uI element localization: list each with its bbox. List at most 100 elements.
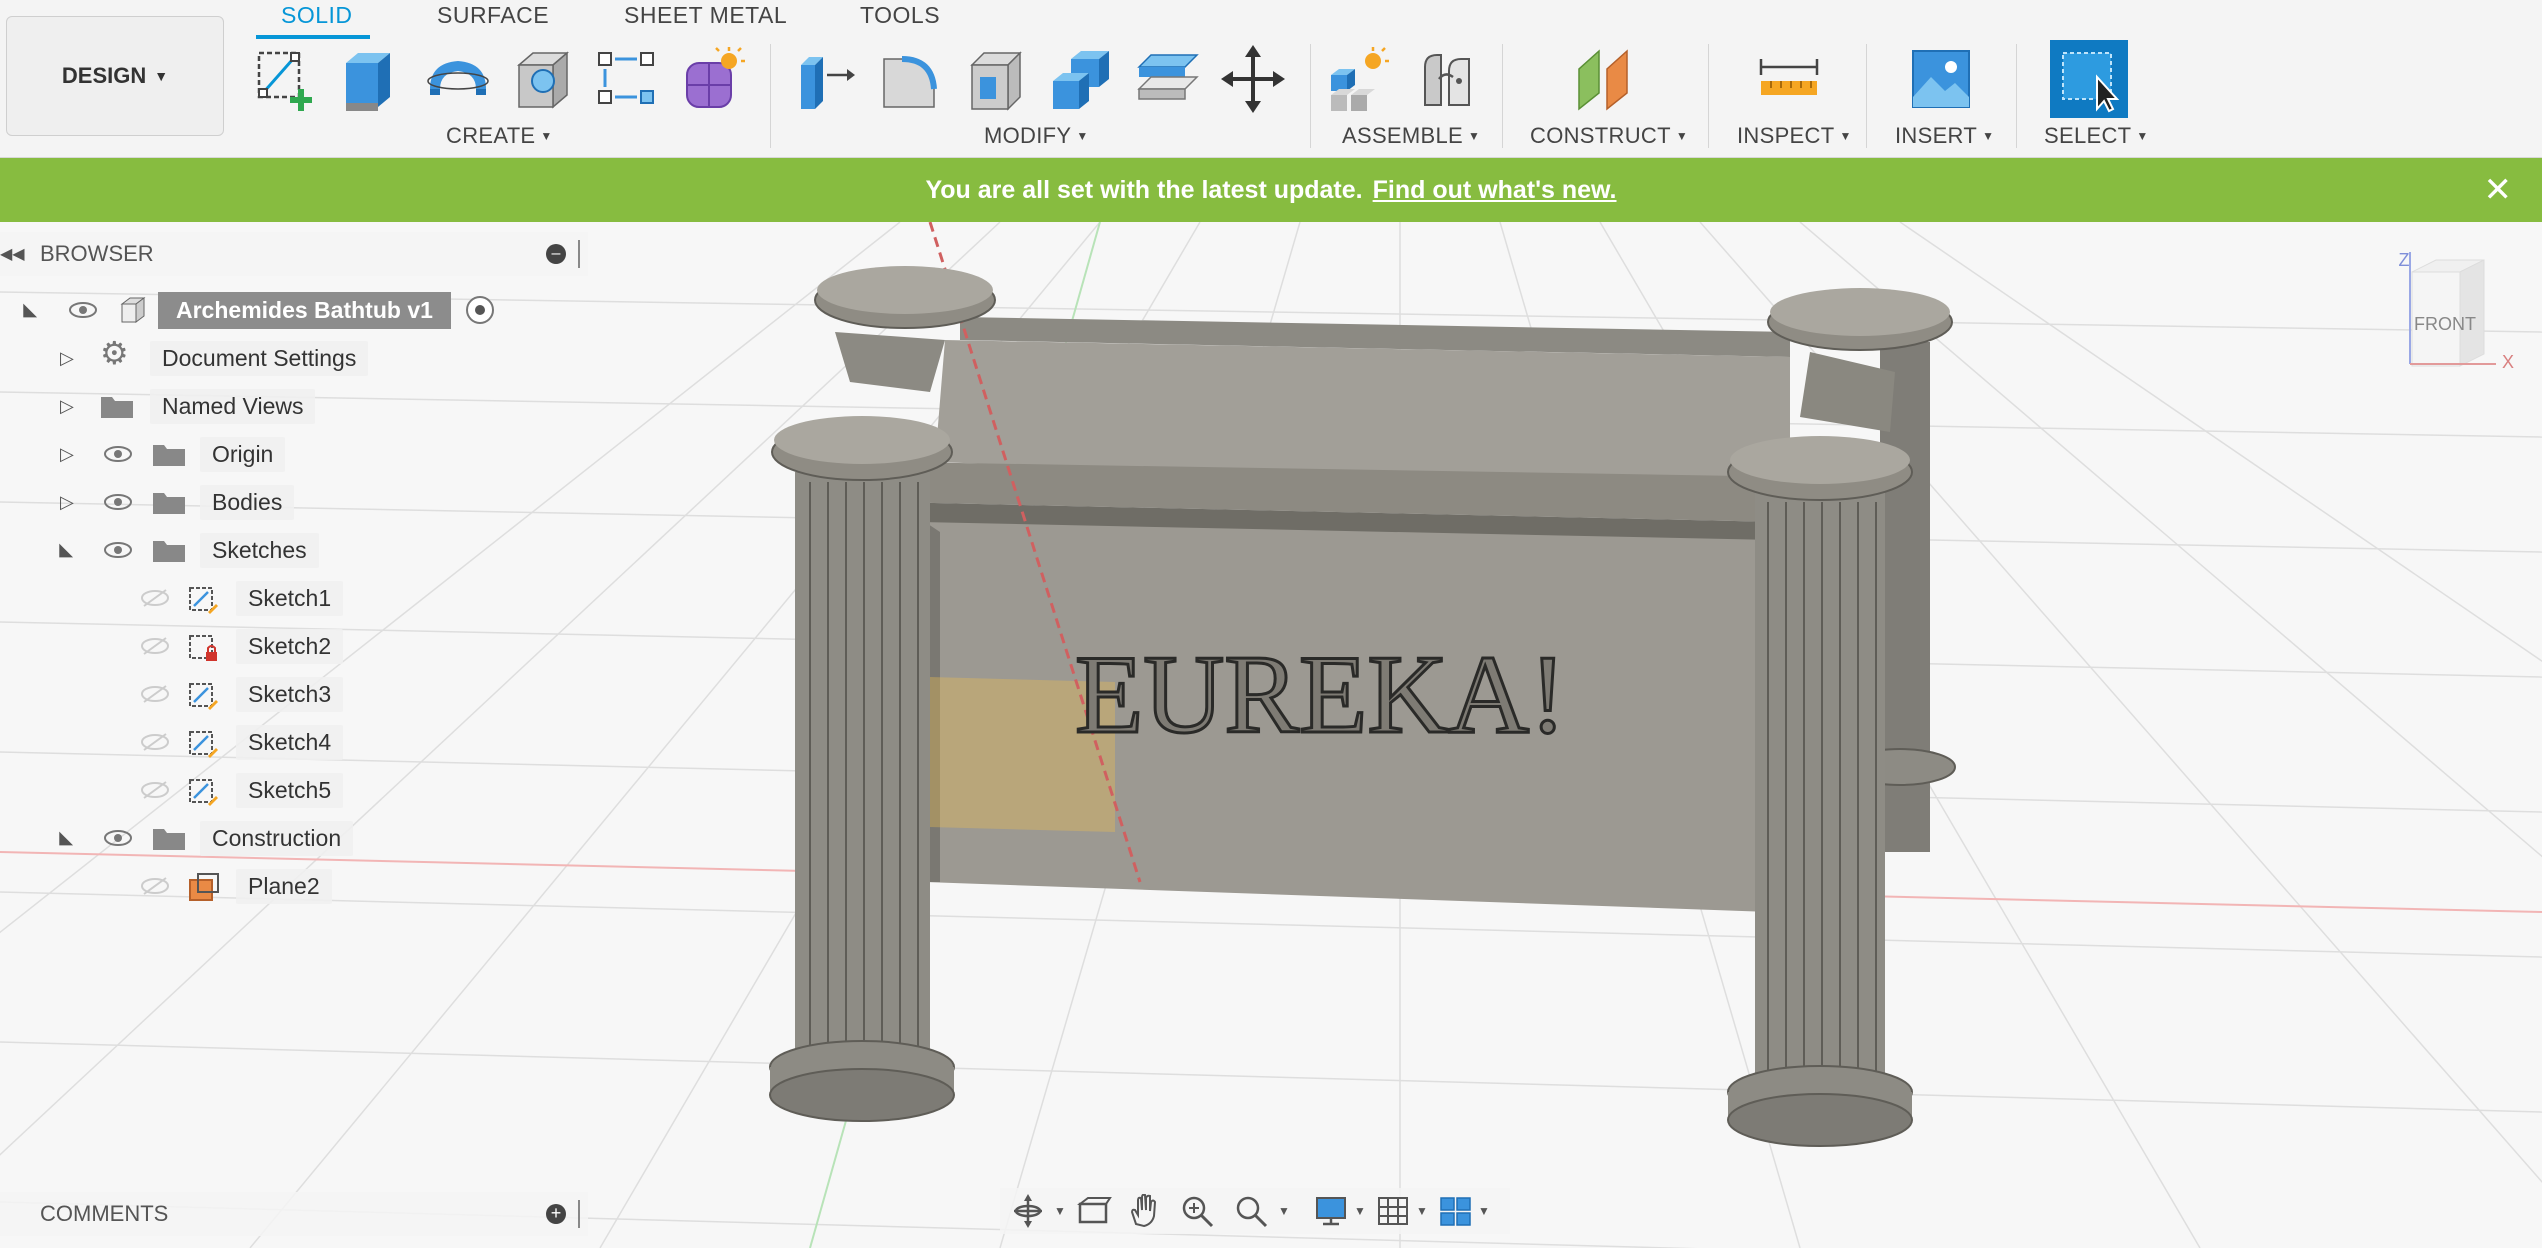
revolve-button[interactable]	[425, 42, 491, 116]
expanded-triangle-icon[interactable]: ◢	[56, 543, 77, 557]
browser-item-named-views[interactable]: ▷ Named Views	[0, 386, 400, 426]
pattern-button[interactable]	[594, 42, 660, 116]
viewports-icon[interactable]	[1438, 1194, 1474, 1228]
collapsed-triangle-icon[interactable]: ▷	[60, 396, 74, 417]
fit-zoom-icon[interactable]	[1234, 1194, 1270, 1228]
axis-x-label: X	[2502, 352, 2514, 372]
fillet-button[interactable]	[877, 42, 943, 116]
move-copy-button[interactable]	[1220, 42, 1286, 116]
insert-label: INSERT	[1895, 123, 1978, 148]
collapsed-triangle-icon[interactable]: ▷	[60, 444, 74, 465]
select-button[interactable]	[2050, 40, 2128, 118]
sketch-icon	[189, 683, 218, 710]
orbit-icon[interactable]	[1010, 1194, 1046, 1228]
create-menu[interactable]: CREATE ▼	[446, 123, 553, 149]
tab-tools[interactable]: TOOLS	[860, 2, 940, 29]
collapsed-triangle-icon[interactable]: ▷	[60, 348, 74, 369]
shell-button[interactable]	[963, 42, 1029, 116]
activate-radio-icon[interactable]	[466, 296, 494, 324]
eye-hidden-icon[interactable]	[140, 732, 170, 752]
tab-sheet-metal[interactable]: SHEET METAL	[624, 2, 787, 29]
chevron-down-icon: ▼	[1982, 129, 1995, 143]
grid-settings-icon[interactable]	[1376, 1194, 1412, 1228]
eye-icon[interactable]	[68, 300, 98, 320]
comments-panel-header[interactable]: COMMENTS +	[0, 1192, 588, 1236]
new-component-button[interactable]	[1326, 42, 1392, 116]
collapse-panel-icon[interactable]: ◀◀	[0, 244, 25, 264]
extrude-button[interactable]	[337, 42, 403, 116]
press-pull-button[interactable]	[790, 42, 856, 116]
hole-button[interactable]	[510, 42, 576, 116]
chevron-down-icon[interactable]: ▼	[1354, 1204, 1366, 1218]
browser-item-sketch5[interactable]: Sketch5	[0, 770, 400, 810]
whats-new-link[interactable]: Find out what's new.	[1373, 176, 1617, 205]
comments-title: COMMENTS	[40, 1201, 169, 1226]
create-form-button[interactable]	[680, 42, 746, 116]
panel-resize-handle[interactable]	[578, 240, 580, 268]
tab-solid[interactable]: SOLID	[281, 2, 353, 29]
folder-icon	[153, 829, 185, 850]
chevron-down-icon[interactable]: ▼	[1478, 1204, 1490, 1218]
display-settings-icon[interactable]	[1314, 1194, 1350, 1228]
measure-button[interactable]	[1756, 42, 1822, 116]
browser-item-sketch4[interactable]: Sketch4	[0, 722, 400, 762]
browser-item-sketch2[interactable]: Sketch2	[0, 626, 400, 666]
construct-menu[interactable]: CONSTRUCT ▼	[1530, 123, 1688, 149]
browser-item-label: Bodies	[200, 484, 295, 520]
look-at-icon[interactable]	[1076, 1194, 1112, 1228]
offset-plane-button[interactable]	[1572, 42, 1638, 116]
viewcube[interactable]: FRONT Z X	[2399, 250, 2515, 372]
insert-image-button[interactable]	[1908, 42, 1974, 116]
browser-root[interactable]: ◢ Archemides Bathtub v1	[0, 290, 520, 330]
chevron-down-icon[interactable]: ▼	[1278, 1204, 1290, 1218]
create-sketch-icon	[257, 51, 312, 111]
expanded-triangle-icon[interactable]: ◢	[20, 303, 41, 317]
collapsed-triangle-icon[interactable]: ▷	[60, 492, 74, 513]
eye-hidden-icon[interactable]	[140, 780, 170, 800]
browser-item-label: Sketch1	[236, 580, 344, 616]
inspect-menu[interactable]: INSPECT ▼	[1737, 123, 1852, 149]
offset-plane-modify-button[interactable]	[1134, 42, 1200, 116]
browser-item-plane2[interactable]: Plane2	[0, 866, 400, 906]
hole-icon	[516, 51, 570, 109]
browser-item-construction[interactable]: ◢ Construction	[0, 818, 400, 858]
tab-surface[interactable]: SURFACE	[437, 2, 549, 29]
minimize-icon[interactable]: –	[546, 244, 566, 264]
create-sketch-button[interactable]	[252, 42, 318, 116]
zoom-icon[interactable]	[1180, 1194, 1216, 1228]
insert-menu[interactable]: INSERT ▼	[1895, 123, 1994, 149]
expanded-triangle-icon[interactable]: ◢	[56, 831, 77, 845]
measure-icon	[1759, 59, 1819, 95]
eye-hidden-icon[interactable]	[140, 636, 170, 656]
modify-label: MODIFY	[984, 123, 1072, 148]
browser-item-origin[interactable]: ▷ Origin	[0, 434, 400, 474]
browser-item-sketch3[interactable]: Sketch3	[0, 674, 400, 714]
close-icon[interactable]: ✕	[2484, 170, 2513, 210]
combine-button[interactable]	[1048, 42, 1114, 116]
chevron-down-icon[interactable]: ▼	[1416, 1204, 1428, 1218]
select-menu[interactable]: SELECT ▼	[2044, 123, 2149, 149]
workspace-switcher[interactable]: DESIGN ▼	[6, 16, 224, 136]
eye-hidden-icon[interactable]	[140, 684, 170, 704]
eye-hidden-icon[interactable]	[140, 588, 170, 608]
chevron-down-icon[interactable]: ▼	[1054, 1204, 1066, 1218]
add-comment-icon[interactable]: +	[546, 1204, 566, 1224]
joint-button[interactable]	[1414, 42, 1480, 116]
eye-hidden-icon[interactable]	[140, 876, 170, 896]
eye-icon[interactable]	[103, 492, 133, 512]
browser-item-document-settings[interactable]: ▷ ⚙ Document Settings	[0, 335, 400, 378]
browser-item-sketch1[interactable]: Sketch1	[0, 578, 400, 618]
eye-icon[interactable]	[103, 828, 133, 848]
browser-item-label: Named Views	[150, 388, 316, 424]
panel-resize-handle[interactable]	[578, 1200, 580, 1228]
browser-item-sketches[interactable]: ◢ Sketches	[0, 530, 400, 570]
browser-item-bodies[interactable]: ▷ Bodies	[0, 482, 400, 522]
modify-menu[interactable]: MODIFY ▼	[984, 123, 1089, 149]
eye-icon[interactable]	[103, 444, 133, 464]
browser-header: ◀◀ BROWSER –	[0, 232, 588, 276]
pan-hand-icon[interactable]	[1126, 1194, 1162, 1228]
browser-item-label: Sketches	[200, 532, 319, 568]
assemble-menu[interactable]: ASSEMBLE ▼	[1342, 123, 1480, 149]
eye-icon[interactable]	[103, 540, 133, 560]
new-component-icon	[1331, 47, 1389, 111]
